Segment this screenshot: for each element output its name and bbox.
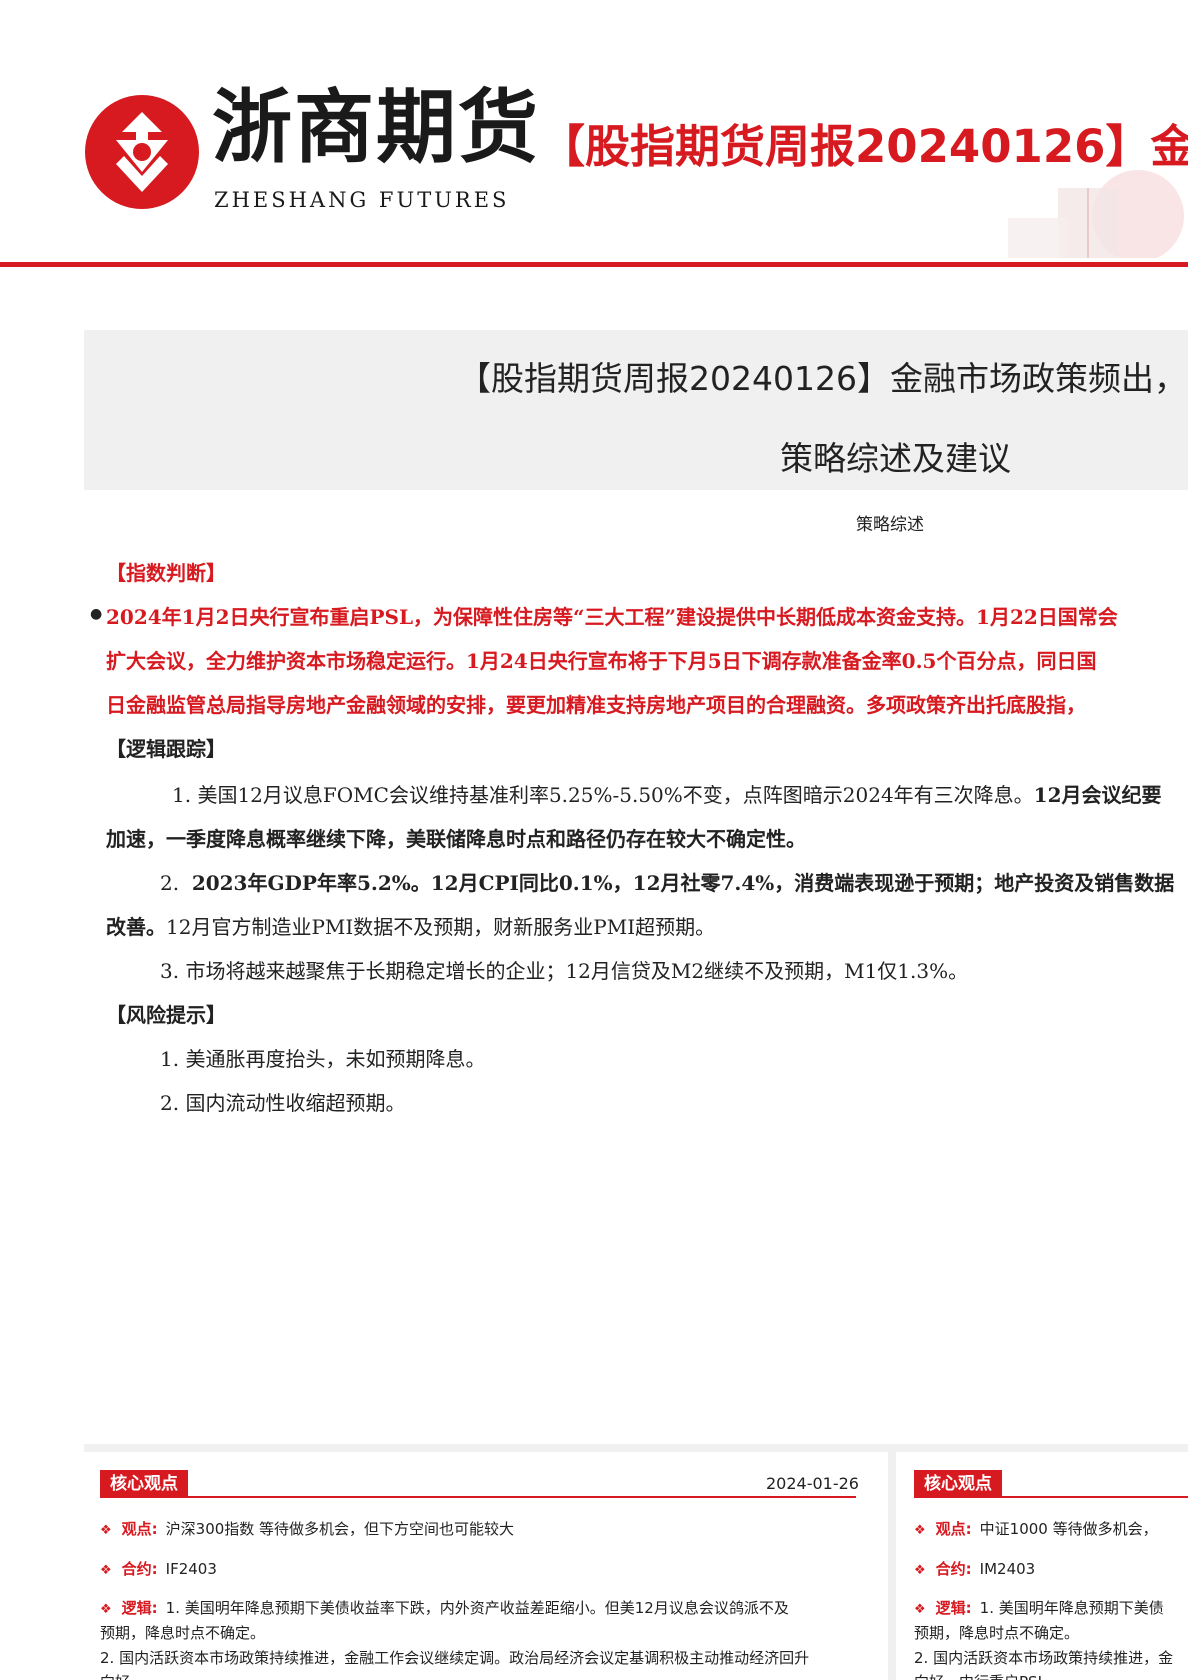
logic-item-2-num: 2. <box>160 871 180 895</box>
logic-item-2: 2. 2023年GDP年率5.2%。12月CPI同比0.1%，12月社零7.4%… <box>160 870 1188 896</box>
view-label-right: 观点: <box>935 1520 972 1538</box>
strategy-summary-label: 策略综述 <box>856 515 924 535</box>
logic-text-4: 向好。 <box>100 1670 870 1680</box>
logic-label: 逻辑: <box>121 1599 158 1617</box>
section-title: 策略综述及建议 <box>780 439 1011 478</box>
diamond-bullet-icon: ❖ <box>100 1602 112 1617</box>
bullet-dot-icon: ● <box>90 606 103 622</box>
view-value-right: 中证1000 等待做多机会， <box>979 1520 1158 1538</box>
card-right-rule <box>914 1496 1188 1498</box>
logic-text-1-right: 1. 美国明年降息预期下美债 <box>979 1599 1164 1617</box>
logic-text-4-right: 向好，中行重启PSL <box>914 1670 1188 1680</box>
index-judgment-heading: 【指数判断】 <box>106 561 226 585</box>
logic-item-1-continued: 加速，一季度降息概率继续下降，美联储降息时点和路径仍存在较大不确定性。 <box>106 827 806 851</box>
index-judgment-line-1: 2024年1月2日央行宣布重启PSL，为保障性住房等“三大工程”建设提供中长期低… <box>106 605 1118 629</box>
logic-tracking-heading: 【逻辑跟踪】 <box>106 737 226 761</box>
logic-item-2-continued: 改善。12月官方制造业PMI数据不及预期，财新服务业PMI超预期。 <box>106 914 715 940</box>
contract-label-right: 合约: <box>935 1560 972 1578</box>
core-view-tag-right: 核心观点 <box>914 1470 1002 1498</box>
card-separator <box>888 1452 896 1680</box>
view-label: 观点: <box>121 1520 158 1538</box>
diamond-bullet-icon: ❖ <box>100 1523 112 1538</box>
card-left-view-row: ❖ 观点: 沪深300指数 等待做多机会，但下方空间也可能较大 <box>100 1518 514 1539</box>
card-band <box>84 1444 1188 1452</box>
report-title: 【股指期货周报20240126】金融市场政策频出，股指 <box>458 359 1188 398</box>
logic-item-2-improve: 改善。 <box>106 915 166 939</box>
diamond-bullet-icon: ❖ <box>914 1563 926 1578</box>
risk-item-2: 2. 国内流动性收缩超预期。 <box>160 1091 406 1115</box>
view-value: 沪深300指数 等待做多机会，但下方空间也可能较大 <box>165 1520 515 1538</box>
logic-item-2-rest: 12月官方制造业PMI数据不及预期，财新服务业PMI超预期。 <box>166 915 716 939</box>
logic-item-3: 3. 市场将越来越聚焦于长期稳定增长的企业；12月信贷及M2继续不及预期，M1仅… <box>160 959 969 983</box>
brand-name-cn: 浙商期货 <box>212 81 540 174</box>
index-judgment-line-3: 日金融监管总局指导房地产金融领域的安排，要更加精准支持房地产项目的合理融资。多项… <box>106 693 1086 717</box>
logic-text-2: 预期，降息时点不确定。 <box>100 1623 266 1642</box>
logic-text-3: 2. 国内活跃资本市场政策持续推进，金融工作会议继续定调。政治局经济会议定基调积… <box>100 1648 810 1667</box>
zheshang-logo-icon <box>85 95 199 209</box>
card-right-contract-row: ❖ 合约: IM2403 <box>914 1558 1035 1579</box>
diamond-bullet-icon: ❖ <box>100 1563 112 1578</box>
page-header: 浙商期货 ZHESHANG FUTURES 【股指期货周报20240126】金融… <box>0 0 1188 270</box>
card-left-logic: ❖ 逻辑: 1. 美国明年降息预期下美债收益率下跌，内外资产收益差距缩小。但美12月… <box>100 1596 870 1680</box>
diamond-bullet-icon: ❖ <box>914 1523 926 1538</box>
brand-name-en: ZHESHANG FUTURES <box>214 188 510 212</box>
logic-text-3-right: 2. 国内活跃资本市场政策持续推进，金 <box>914 1648 1174 1667</box>
report-date: 2024-01-26 <box>766 1474 859 1493</box>
card-right-view-row: ❖ 观点: 中证1000 等待做多机会， <box>914 1518 1188 1539</box>
contract-value: IF2403 <box>165 1560 217 1578</box>
logic-text-2-right: 预期，降息时点不确定。 <box>914 1623 1080 1642</box>
logic-item-1-text: 1. 美国12月议息FOMC会议维持基准利率5.25%-5.50%不变，点阵图暗… <box>172 783 1034 807</box>
logic-item-2-bold: 2023年GDP年率5.2%。12月CPI同比0.1%，12月社零7.4%，消费… <box>191 871 1175 895</box>
logic-label-right: 逻辑: <box>935 1599 972 1617</box>
risk-heading: 【风险提示】 <box>106 1003 226 1027</box>
risk-item-1: 1. 美通胀再度抬头，未如预期降息。 <box>160 1047 486 1071</box>
contract-label: 合约: <box>121 1560 158 1578</box>
contract-value-right: IM2403 <box>979 1560 1036 1578</box>
building-watermark-icon <box>1008 170 1184 258</box>
card-left-contract-row: ❖ 合约: IF2403 <box>100 1558 217 1579</box>
card-right-logic: ❖ 逻辑: 1. 美国明年降息预期下美债 预期，降息时点不确定。 2. 国内活跃资本… <box>914 1596 1188 1680</box>
card-left-rule <box>100 1496 856 1498</box>
header-divider <box>0 262 1188 267</box>
logic-text-1: 1. 美国明年降息预期下美债收益率下跌，内外资产收益差距缩小。但美12月议息会议… <box>165 1599 789 1617</box>
logic-item-1-bold: 12月会议纪要 <box>1033 783 1162 807</box>
core-view-tag: 核心观点 <box>100 1470 188 1498</box>
diamond-bullet-icon: ❖ <box>914 1602 926 1617</box>
index-judgment-line-2: 扩大会议，全力维护资本市场稳定运行。1月24日央行宣布将于下月5日下调存款准备金… <box>106 649 1097 673</box>
logic-item-1: 1. 美国12月议息FOMC会议维持基准利率5.25%-5.50%不变，点阵图暗… <box>172 782 1188 808</box>
